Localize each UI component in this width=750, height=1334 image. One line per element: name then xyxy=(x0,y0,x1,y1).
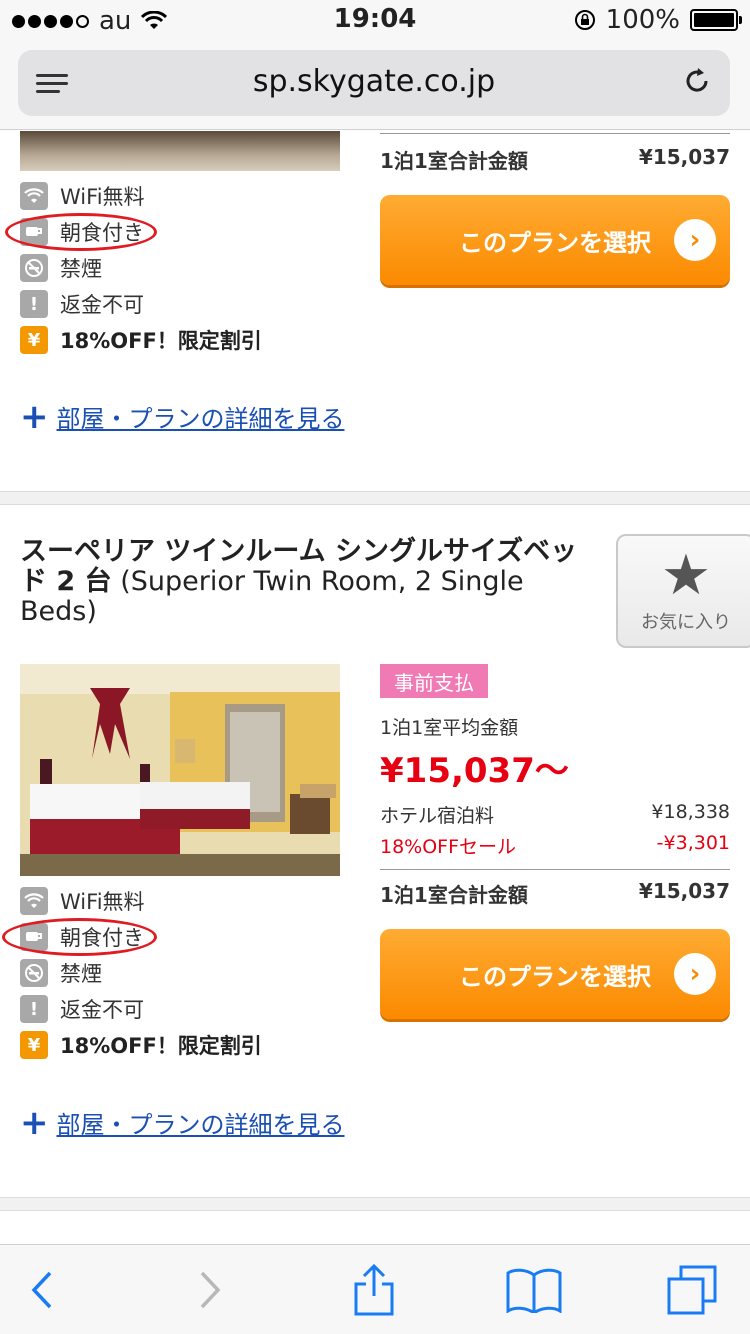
chevron-right-icon xyxy=(200,1271,221,1309)
amenity-label: 18%OFF！限定割引 xyxy=(60,329,262,353)
amenity-label: WiFi無料 xyxy=(60,185,145,209)
detail-link-label[interactable]: 部屋・プランの詳細を見る xyxy=(57,399,345,434)
amenity-non-refundable: ! 返金不可 xyxy=(20,991,262,1027)
select-plan-button[interactable]: このプランを選択 › xyxy=(380,929,730,1019)
favorite-label: お気に入り xyxy=(641,612,731,633)
sale-value: -¥3,301 xyxy=(656,832,730,854)
amenity-label: 返金不可 xyxy=(60,998,144,1022)
amenity-label: WiFi無料 xyxy=(60,890,145,914)
yen-icon: ¥ xyxy=(20,1031,48,1059)
no-smoking-icon xyxy=(20,254,48,282)
amenity-discount: ¥ 18%OFF！限定割引 xyxy=(20,1027,262,1063)
wifi-icon xyxy=(20,887,48,915)
room-detail-link[interactable]: + 部屋・プランの詳細を見る xyxy=(20,399,345,434)
amenity-label: 返金不可 xyxy=(60,293,144,317)
book-icon xyxy=(506,1268,562,1313)
yen-icon: ¥ xyxy=(20,326,48,354)
chevron-right-icon: › xyxy=(674,953,716,995)
amenity-non-refundable: ! 返金不可 xyxy=(20,286,262,322)
rotation-lock-icon xyxy=(574,10,595,30)
room-detail-link[interactable]: + 部屋・プランの詳細を見る xyxy=(20,1105,345,1140)
avg-price-label: 1泊1室平均金額 xyxy=(380,717,519,739)
amenity-no-smoking: 禁煙 xyxy=(20,955,262,991)
amenity-label: 18%OFF！限定割引 xyxy=(60,1034,262,1058)
address-bar[interactable]: sp.skygate.co.jp xyxy=(18,50,730,116)
select-plan-label: このプランを選択 xyxy=(459,962,651,991)
chevron-left-icon xyxy=(31,1271,52,1309)
room-plan-card: 1泊1室合計金額 ¥15,037 このプランを選択 › WiFi無料 朝食付き xyxy=(0,131,750,486)
plus-icon: + xyxy=(20,396,49,437)
sale-label: 18%OFFセール xyxy=(380,836,517,858)
amenity-wifi: WiFi無料 xyxy=(20,178,262,214)
amenity-label: 禁煙 xyxy=(60,962,102,986)
room-photo xyxy=(20,664,340,876)
total-value: ¥15,037 xyxy=(638,879,730,903)
card-divider xyxy=(0,491,750,505)
share-icon xyxy=(354,1264,394,1316)
bookmarks-button[interactable] xyxy=(504,1265,564,1315)
total-label: 1泊1室合計金額 xyxy=(380,883,528,907)
sale-discount-row: 18%OFFセール -¥3,301 xyxy=(380,832,730,859)
plus-icon: + xyxy=(20,1102,49,1143)
total-price-row: 1泊1室合計金額 ¥15,037 xyxy=(380,879,730,908)
wifi-icon xyxy=(20,182,48,210)
browser-header: sp.skygate.co.jp xyxy=(0,40,750,130)
hotel-rate-value: ¥18,338 xyxy=(651,801,730,823)
share-button[interactable] xyxy=(344,1264,404,1316)
hotel-rate-row: ホテル宿泊料 ¥18,338 xyxy=(380,801,730,828)
status-bar: au 19:04 100% xyxy=(0,0,750,40)
tabs-icon xyxy=(667,1265,717,1315)
star-icon: ★ xyxy=(660,543,712,608)
avg-price: ¥15,037〜 xyxy=(380,751,569,791)
room-title: スーペリア ツインルーム シングルサイズベッド 2 台 (Superior Tw… xyxy=(20,537,580,627)
no-smoking-icon xyxy=(20,959,48,987)
back-button[interactable] xyxy=(12,1265,72,1315)
card-divider xyxy=(0,1197,750,1211)
amenity-list: WiFi無料 朝食付き 禁煙 ! 返金不可 ¥ 18%OFF！限定割引 xyxy=(20,883,262,1063)
select-plan-button[interactable]: このプランを選択 › xyxy=(380,195,730,285)
room-plan-card: スーペリア ツインルーム シングルサイズベッド 2 台 (Superior Tw… xyxy=(0,507,750,1197)
amenity-discount: ¥ 18%OFF！限定割引 xyxy=(20,322,262,358)
url-text[interactable]: sp.skygate.co.jp xyxy=(18,64,730,99)
page-content[interactable]: 1泊1室合計金額 ¥15,037 このプランを選択 › WiFi無料 朝食付き xyxy=(0,131,750,1244)
prepaid-badge: 事前支払 xyxy=(380,664,488,698)
exclamation-icon: ! xyxy=(20,995,48,1023)
amenity-no-smoking: 禁煙 xyxy=(20,250,262,286)
highlight-circle xyxy=(2,918,157,956)
tabs-button[interactable] xyxy=(662,1265,722,1315)
browser-toolbar xyxy=(0,1244,750,1334)
forward-button[interactable] xyxy=(180,1265,240,1315)
amenity-label: 禁煙 xyxy=(60,257,102,281)
hotel-rate-label: ホテル宿泊料 xyxy=(380,805,495,827)
highlight-circle xyxy=(5,213,157,251)
divider-line xyxy=(380,869,730,870)
divider-line xyxy=(380,133,730,134)
select-plan-label: このプランを選択 xyxy=(459,228,651,257)
reload-icon[interactable] xyxy=(682,66,712,96)
amenity-list: WiFi無料 朝食付き 禁煙 ! 返金不可 ¥ 18%OFF！限定割引 xyxy=(20,178,262,358)
exclamation-icon: ! xyxy=(20,290,48,318)
total-price-row: 1泊1室合計金額 ¥15,037 xyxy=(380,145,730,174)
chevron-right-icon: › xyxy=(674,219,716,261)
room-photo xyxy=(20,131,340,171)
amenity-wifi: WiFi無料 xyxy=(20,883,262,919)
total-value: ¥15,037 xyxy=(638,145,730,169)
favorite-button[interactable]: ★ お気に入り xyxy=(616,534,750,648)
battery-percentage: 100% xyxy=(605,5,680,35)
detail-link-label[interactable]: 部屋・プランの詳細を見る xyxy=(57,1105,345,1140)
total-label: 1泊1室合計金額 xyxy=(380,149,528,173)
battery-icon xyxy=(690,9,742,31)
